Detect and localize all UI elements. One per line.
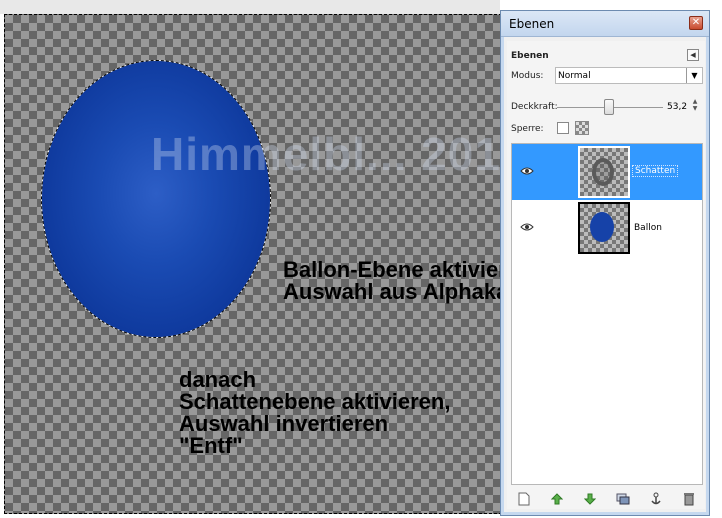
duplicate-layer-button[interactable]	[615, 491, 631, 507]
layer-thumbnail	[578, 202, 630, 254]
lock-alpha-icon[interactable]	[575, 121, 589, 135]
lower-layer-icon	[583, 493, 596, 505]
instruction-text-1: Ballon-Ebene aktivieren, Auswahl aus Alp…	[283, 257, 501, 304]
panel-menu-button[interactable]: ◀	[687, 49, 699, 61]
new-layer-button[interactable]	[516, 491, 532, 507]
lock-pixels-checkbox[interactable]	[557, 122, 569, 134]
mode-label: Modus:	[511, 71, 544, 81]
layer-row-schatten[interactable]: Schatten	[512, 144, 702, 200]
canvas-top-strip	[0, 0, 500, 14]
delete-layer-icon	[683, 493, 694, 506]
layers-list: Schatten Ballon	[511, 143, 703, 485]
instruction-text-2: danach Schattenebene aktivieren, Auswahl…	[179, 367, 451, 458]
eye-icon[interactable]	[520, 166, 534, 176]
mode-value: Normal	[558, 71, 591, 81]
opacity-value[interactable]: 53,2	[667, 102, 687, 112]
opacity-spin-button[interactable]: ▲ ▼	[691, 98, 699, 114]
close-icon: ✕	[691, 17, 701, 28]
opacity-slider-handle[interactable]	[604, 99, 614, 115]
panel-title: Ebenen	[511, 51, 549, 61]
dialog-titlebar[interactable]: Ebenen ✕	[501, 11, 709, 37]
raise-layer-icon	[550, 493, 563, 505]
layers-panel: Ebenen ◀ Modus: Normal ▼ Deckkraft: 53,2…	[507, 41, 705, 509]
mode-dropdown[interactable]: Normal ▼	[555, 67, 703, 84]
layers-toolbar	[507, 489, 705, 509]
lock-label: Sperre:	[511, 124, 544, 134]
image-canvas[interactable]: Himmelbl... 2012 Ballon-Ebene aktivieren…	[4, 14, 502, 514]
anchor-layer-button[interactable]	[648, 491, 664, 507]
layer-name[interactable]: Schatten	[632, 165, 679, 177]
anchor-layer-icon	[650, 492, 661, 505]
selection-marquee	[41, 60, 271, 338]
layer-thumbnail	[578, 146, 630, 198]
triangle-left-icon: ◀	[690, 51, 696, 59]
opacity-label: Deckkraft:	[511, 102, 558, 112]
duplicate-layer-icon	[616, 493, 629, 505]
dialog-title: Ebenen	[509, 17, 555, 31]
layer-row-ballon[interactable]: Ballon	[512, 200, 702, 256]
watermark-text: Himmelbl... 2012	[151, 128, 502, 180]
lower-layer-button[interactable]	[582, 491, 598, 507]
close-button[interactable]: ✕	[689, 16, 703, 30]
chevron-down-icon[interactable]: ▼	[686, 68, 702, 83]
layers-dialog: Ebenen ✕ Ebenen ◀ Modus: Normal ▼ Deckkr…	[500, 10, 710, 516]
new-layer-icon	[518, 492, 529, 506]
layer-name[interactable]: Ballon	[634, 223, 662, 233]
eye-icon[interactable]	[520, 222, 534, 232]
raise-layer-button[interactable]	[549, 491, 565, 507]
delete-layer-button[interactable]	[681, 491, 697, 507]
